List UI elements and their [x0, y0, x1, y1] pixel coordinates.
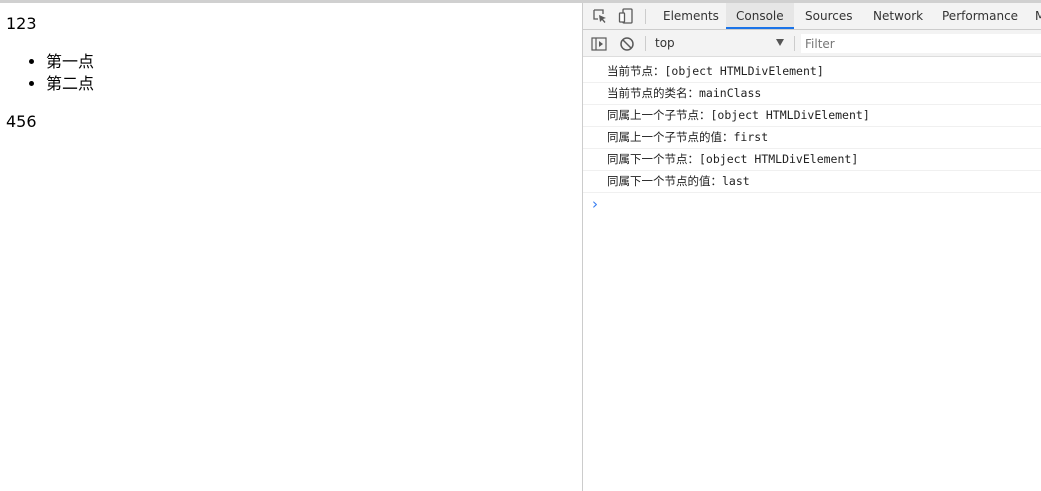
- tab-sources[interactable]: Sources: [797, 3, 860, 29]
- show-sidebar-icon[interactable]: [591, 36, 607, 52]
- console-toolbar: top: [583, 30, 1041, 57]
- list-item: 第二点: [46, 73, 94, 95]
- device-toolbar-icon[interactable]: [618, 8, 634, 24]
- console-message: 当前节点的类名：mainClass: [583, 83, 1041, 105]
- page-text-second: 456: [6, 112, 37, 131]
- toolbar-separator: [794, 36, 795, 51]
- console-messages: 当前节点：[object HTMLDivElement] 当前节点的类名：mai…: [583, 61, 1041, 215]
- console-message: 同属下一个节点的值：last: [583, 171, 1041, 193]
- tab-more[interactable]: M: [1028, 3, 1041, 29]
- console-message: 当前节点：[object HTMLDivElement]: [583, 61, 1041, 83]
- tab-console[interactable]: Console: [726, 3, 794, 29]
- inspect-element-icon[interactable]: [592, 8, 608, 24]
- console-message: 同属上一个子节点的值：first: [583, 127, 1041, 149]
- tab-separator: [645, 9, 646, 24]
- tab-performance[interactable]: Performance: [934, 3, 1026, 29]
- page-viewport: 123 第一点 第二点 456: [0, 3, 582, 491]
- prompt-chevron-icon: ›: [592, 195, 598, 213]
- console-message: 同属下一个节点：[object HTMLDivElement]: [583, 149, 1041, 171]
- chevron-down-icon[interactable]: [776, 39, 784, 46]
- toolbar-separator: [645, 36, 646, 51]
- filter-input[interactable]: [801, 34, 1041, 53]
- tab-elements[interactable]: Elements: [655, 3, 727, 29]
- devtools-panel: Elements Console Sources Network Perform…: [582, 3, 1041, 491]
- context-selector[interactable]: top: [655, 35, 785, 51]
- bullet-list: 第一点 第二点: [0, 51, 94, 95]
- console-prompt[interactable]: ›: [583, 193, 1041, 215]
- console-message: 同属上一个子节点：[object HTMLDivElement]: [583, 105, 1041, 127]
- tab-network[interactable]: Network: [865, 3, 931, 29]
- page-text-first: 123: [6, 14, 37, 33]
- list-item: 第一点: [46, 51, 94, 73]
- clear-console-icon[interactable]: [619, 36, 635, 52]
- devtools-tab-bar: Elements Console Sources Network Perform…: [583, 3, 1041, 30]
